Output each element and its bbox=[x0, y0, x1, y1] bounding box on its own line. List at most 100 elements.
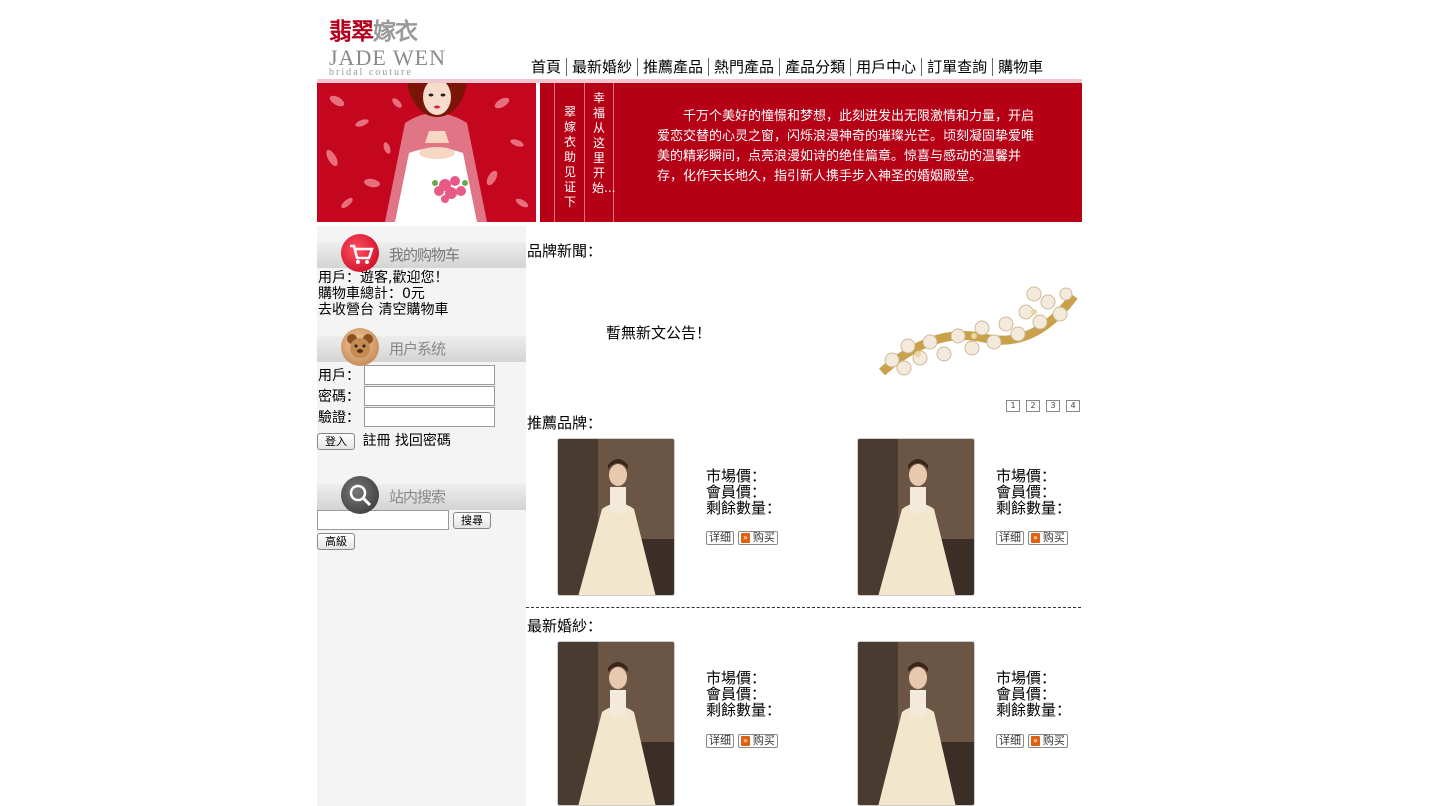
member-price-label: 會員價： bbox=[996, 685, 1057, 703]
product-image[interactable] bbox=[857, 438, 975, 596]
pager-page-4[interactable]: 4 bbox=[1066, 400, 1080, 412]
detail-button[interactable]: 详细 bbox=[996, 531, 1024, 545]
banner-vertical-text-1: 幸福从这里开始... bbox=[592, 91, 616, 195]
news-empty-message: 暫無新文公告！ bbox=[606, 324, 712, 342]
pager-page-3[interactable]: 3 bbox=[1046, 400, 1060, 412]
product-actions: 详细 » 购买 bbox=[706, 734, 778, 748]
search-input[interactable] bbox=[317, 510, 449, 530]
detail-button[interactable]: 详细 bbox=[706, 531, 734, 545]
recommended-heading: 推薦品牌： bbox=[527, 414, 603, 432]
login-actions: 登入 註冊 找回密碼 bbox=[317, 430, 526, 450]
pearl-brooch-image[interactable] bbox=[874, 276, 1080, 402]
buy-button[interactable]: » 购买 bbox=[738, 734, 778, 748]
logo-chinese: 翡翠嫁衣 bbox=[329, 12, 449, 46]
stock-label: 剩餘數量： bbox=[706, 701, 782, 719]
member-price-label: 會員價： bbox=[706, 685, 767, 703]
bride-illustration-svg bbox=[317, 37, 536, 222]
left-sidebar: 我的购物车 用戶：遊客,歡迎您！ 購物車總計：0元 去收營台 清空購物車 用户系… bbox=[317, 226, 526, 806]
news-pager: 1 2 3 4 bbox=[1006, 400, 1080, 412]
product-image[interactable] bbox=[557, 438, 675, 596]
username-row: 用戶： bbox=[317, 364, 526, 385]
market-price-label: 市場價： bbox=[996, 467, 1057, 485]
arrow-icon: » bbox=[741, 736, 750, 746]
product-image[interactable] bbox=[857, 641, 975, 806]
nav-orders[interactable]: 訂單查詢 bbox=[921, 58, 992, 76]
latest-heading: 最新婚紗： bbox=[527, 617, 603, 635]
buy-button[interactable]: » 购买 bbox=[738, 531, 778, 545]
stock-label: 剩餘數量： bbox=[996, 701, 1072, 719]
nav-hot[interactable]: 熱門產品 bbox=[708, 58, 779, 76]
nav-categories[interactable]: 產品分類 bbox=[779, 58, 850, 76]
register-link[interactable]: 註冊 bbox=[362, 433, 390, 449]
username-label: 用戶： bbox=[318, 367, 360, 384]
verify-row: 驗證： bbox=[317, 406, 526, 427]
verify-input[interactable] bbox=[364, 406, 495, 427]
buy-button[interactable]: » 购买 bbox=[1028, 734, 1068, 748]
market-price-label: 市場價： bbox=[996, 669, 1057, 687]
advanced-search-button[interactable]: 高級 bbox=[317, 533, 355, 550]
search-button[interactable]: 搜尋 bbox=[453, 511, 491, 529]
detail-button[interactable]: 详细 bbox=[706, 734, 734, 748]
market-price-label: 市場價： bbox=[706, 669, 767, 687]
product-actions: 详细 » 购买 bbox=[996, 734, 1068, 748]
nav-user-center[interactable]: 用戶中心 bbox=[850, 58, 921, 76]
banner-vertical-text-2: 翠嫁衣助见证下 bbox=[563, 105, 576, 209]
password-label: 密碼： bbox=[318, 388, 360, 405]
nav-recommended[interactable]: 推薦產品 bbox=[637, 58, 708, 76]
bride-illustration bbox=[317, 37, 536, 222]
stock-label: 剩餘數量： bbox=[706, 499, 782, 517]
cart-panel-title: 我的购物车 bbox=[389, 246, 460, 264]
product-info: 市場價： 會員價： 剩餘數量： bbox=[996, 670, 1071, 718]
checkout-link[interactable]: 去收營台 bbox=[318, 302, 374, 318]
banner-rule bbox=[584, 83, 585, 222]
hero-banner: 翠嫁衣助见证下 幸福从这里开始... 千万个美好的憧憬和梦想，此刻迸发出无限激情… bbox=[317, 37, 1082, 222]
market-price-label: 市場價： bbox=[706, 467, 767, 485]
nav-cart[interactable]: 購物車 bbox=[992, 58, 1048, 76]
advanced-row: 高級 bbox=[317, 533, 526, 550]
user-panel-title: 用户系统 bbox=[389, 340, 446, 358]
search-panel-title: 站内搜索 bbox=[389, 488, 446, 506]
banner-paragraph: 千万个美好的憧憬和梦想，此刻迸发出无限激情和力量，开启爱恋交替的心灵之窗，闪烁浪… bbox=[657, 109, 1035, 184]
main-content: 品牌新聞： 暫無新文公告！ 1 2 3 4 推薦品牌： 市場價： 會員價： 剩餘… bbox=[526, 226, 1082, 806]
login-button[interactable]: 登入 bbox=[317, 433, 355, 450]
clear-cart-link[interactable]: 清空購物車 bbox=[378, 302, 448, 318]
buy-label: 购买 bbox=[1042, 531, 1065, 544]
banner-rule bbox=[613, 83, 614, 222]
product-info: 市場價： 會員價： 剩餘數量： bbox=[996, 468, 1071, 516]
nav-latest-gowns[interactable]: 最新婚紗 bbox=[566, 58, 637, 76]
buy-label: 购买 bbox=[752, 531, 775, 544]
cart-user-line: 用戶：遊客,歡迎您！ bbox=[318, 270, 449, 286]
shopping-cart-icon bbox=[341, 234, 379, 272]
cart-panel-header: 我的购物车 bbox=[317, 226, 526, 272]
product-actions: 详细 » 购买 bbox=[996, 531, 1068, 545]
site-logo[interactable]: 翡翠嫁衣 JADE WEN bridal couture bbox=[329, 12, 449, 78]
pager-page-2[interactable]: 2 bbox=[1026, 400, 1040, 412]
member-price-label: 會員價： bbox=[706, 483, 767, 501]
user-panel-header: 用户系统 bbox=[317, 320, 526, 366]
logo-chinese-red: 翡翠 bbox=[329, 18, 374, 45]
section-divider bbox=[526, 607, 1081, 608]
cart-total-line: 購物車總計：0元 bbox=[318, 286, 425, 302]
product-info: 市場價： 會員價： 剩餘數量： bbox=[706, 468, 781, 516]
pager-page-1[interactable]: 1 bbox=[1006, 400, 1020, 412]
detail-button[interactable]: 详细 bbox=[996, 734, 1024, 748]
username-input[interactable] bbox=[364, 364, 495, 385]
banner-rule bbox=[554, 83, 555, 222]
product-image[interactable] bbox=[557, 641, 675, 806]
recover-password-link[interactable]: 找回密碼 bbox=[395, 433, 451, 449]
verify-label: 驗證： bbox=[318, 409, 360, 426]
product-info: 市場價： 會員價： 剩餘數量： bbox=[706, 670, 781, 718]
main-nav: 首頁 最新婚紗 推薦產品 熱門產品 產品分類 用戶中心 訂單查詢 購物車 bbox=[529, 57, 1048, 77]
buy-button[interactable]: » 购买 bbox=[1028, 531, 1068, 545]
news-heading: 品牌新聞： bbox=[527, 242, 603, 260]
nav-home[interactable]: 首頁 bbox=[529, 58, 566, 76]
password-input[interactable] bbox=[364, 385, 495, 406]
banner-divider bbox=[536, 83, 540, 222]
search-panel-header: 站内搜索 bbox=[317, 468, 526, 514]
arrow-icon: » bbox=[741, 533, 750, 543]
arrow-icon: » bbox=[1031, 736, 1040, 746]
page-container: 翡翠嫁衣 JADE WEN bridal couture 首頁 最新婚紗 推薦產… bbox=[317, 0, 1082, 806]
logo-english: JADE WEN bbox=[329, 45, 446, 70]
product-actions: 详细 » 购买 bbox=[706, 531, 778, 545]
buy-label: 购买 bbox=[752, 734, 775, 747]
